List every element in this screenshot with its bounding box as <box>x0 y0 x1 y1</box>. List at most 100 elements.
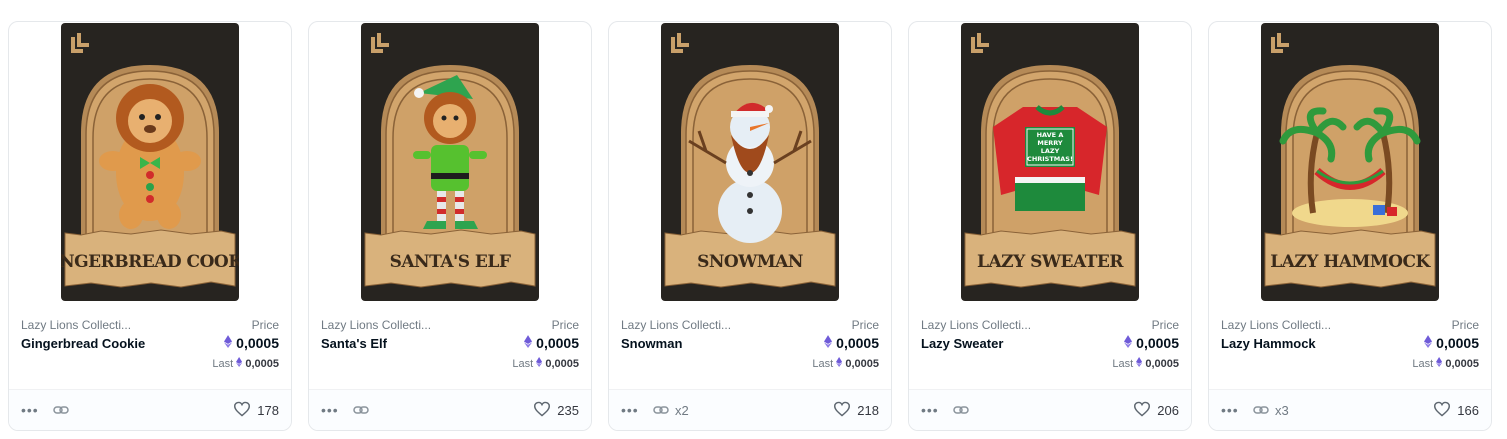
last-label: Last <box>1412 357 1434 370</box>
nft-name[interactable]: Gingerbread Cookie <box>21 336 145 351</box>
last-price-value: 0,0005 <box>545 357 579 370</box>
current-price: 0,0005 <box>224 335 279 351</box>
heart-icon <box>533 401 551 420</box>
chain-link-icon[interactable] <box>353 404 369 416</box>
likes-count: 178 <box>257 402 279 418</box>
last-price-value: 0,0005 <box>1445 357 1479 370</box>
eth-icon <box>1424 335 1433 351</box>
current-price: 0,0005 <box>1124 335 1179 351</box>
nft-info: Lazy Lions Collecti... Gingerbread Cooki… <box>9 304 291 391</box>
price-label: Price <box>851 318 879 332</box>
nft-name[interactable]: Lazy Hammock <box>1221 336 1316 351</box>
chain-link-icon[interactable] <box>53 404 69 416</box>
price-label: Price <box>1151 318 1179 332</box>
favorite-button[interactable]: 166 <box>1433 401 1479 420</box>
eth-icon <box>1124 335 1133 351</box>
nft-info: Lazy Lions Collecti... Santa's Elf Price… <box>309 304 591 391</box>
nft-card[interactable]: SANTA'S ELF Lazy Lions Collecti... Santa… <box>308 21 592 431</box>
collection-name[interactable]: Lazy Lions Collecti... <box>1221 318 1351 332</box>
nft-artwork[interactable]: GINGERBREAD COOKIE <box>61 23 239 301</box>
nft-info: Lazy Lions Collecti... Snowman Price 0,0… <box>609 304 891 391</box>
sweater-caption: HAVE A MERRY LAZY CHRISTMAS! <box>1027 131 1073 163</box>
last-sale-price: Last 0,0005 <box>212 357 279 370</box>
current-price: 0,0005 <box>524 335 579 351</box>
more-options-icon[interactable]: ••• <box>921 402 947 418</box>
artwork-title: SANTA'S ELF <box>389 252 511 272</box>
more-options-icon[interactable]: ••• <box>621 402 647 418</box>
likes-count: 235 <box>557 402 579 418</box>
collection-name[interactable]: Lazy Lions Collecti... <box>621 318 751 332</box>
eth-icon <box>236 357 243 370</box>
current-price: 0,0005 <box>824 335 879 351</box>
price-value: 0,0005 <box>836 335 879 351</box>
eth-icon <box>536 357 543 370</box>
last-label: Last <box>812 357 834 370</box>
last-price-value: 0,0005 <box>245 357 279 370</box>
nft-artwork[interactable]: SANTA'S ELF <box>361 23 539 301</box>
nft-image-container[interactable]: GINGERBREAD COOKIE <box>9 22 291 304</box>
card-footer: ••• x2 218 <box>609 389 891 430</box>
price-label: Price <box>1451 318 1479 332</box>
more-options-icon[interactable]: ••• <box>321 402 347 418</box>
copies-count: x2 <box>675 402 689 418</box>
favorite-button[interactable]: 178 <box>233 401 279 420</box>
nft-card[interactable]: SNOWMAN Lazy Lions Collecti... Snowman P… <box>608 21 892 431</box>
heart-icon <box>833 401 851 420</box>
last-price-value: 0,0005 <box>1145 357 1179 370</box>
artwork-title: GINGERBREAD COOKIE <box>61 252 239 272</box>
price-value: 0,0005 <box>1136 335 1179 351</box>
nft-image-container[interactable]: HAVE A MERRY LAZY CHRISTMAS! LAZY SWEATE… <box>909 22 1191 304</box>
eth-icon <box>824 335 833 351</box>
card-footer: ••• 178 <box>9 389 291 430</box>
more-options-icon[interactable]: ••• <box>21 402 47 418</box>
card-footer: ••• x3 166 <box>1209 389 1491 430</box>
last-sale-price: Last 0,0005 <box>812 357 879 370</box>
nft-card[interactable]: GINGERBREAD COOKIE Lazy Lions Collecti..… <box>8 21 292 431</box>
nft-image-container[interactable]: SNOWMAN <box>609 22 891 304</box>
heart-icon <box>1133 401 1151 420</box>
chain-link-icon[interactable] <box>953 404 969 416</box>
chain-link-icon[interactable] <box>1253 404 1269 416</box>
nft-name[interactable]: Lazy Sweater <box>921 336 1003 351</box>
last-label: Last <box>212 357 234 370</box>
eth-icon <box>224 335 233 351</box>
price-label: Price <box>551 318 579 332</box>
nft-artwork[interactable]: HAVE A MERRY LAZY CHRISTMAS! LAZY SWEATE… <box>961 23 1139 301</box>
collection-name[interactable]: Lazy Lions Collecti... <box>921 318 1051 332</box>
last-price-value: 0,0005 <box>845 357 879 370</box>
nft-artwork[interactable]: LAZY HAMMOCK <box>1261 23 1439 301</box>
last-sale-price: Last 0,0005 <box>1112 357 1179 370</box>
collection-name[interactable]: Lazy Lions Collecti... <box>321 318 451 332</box>
copies-count: x3 <box>1275 402 1289 418</box>
last-label: Last <box>512 357 534 370</box>
nft-card[interactable]: LAZY HAMMOCK Lazy Lions Collecti... Lazy… <box>1208 21 1492 431</box>
favorite-button[interactable]: 206 <box>1133 401 1179 420</box>
last-sale-price: Last 0,0005 <box>1412 357 1479 370</box>
eth-icon <box>1436 357 1443 370</box>
eth-icon <box>1136 357 1143 370</box>
nft-image-container[interactable]: LAZY HAMMOCK <box>1209 22 1491 304</box>
nft-name[interactable]: Snowman <box>621 336 682 351</box>
current-price: 0,0005 <box>1424 335 1479 351</box>
artwork-title: LAZY HAMMOCK <box>1270 252 1430 272</box>
more-options-icon[interactable]: ••• <box>1221 402 1247 418</box>
last-sale-price: Last 0,0005 <box>512 357 579 370</box>
favorite-button[interactable]: 218 <box>833 401 879 420</box>
nft-card-grid: GINGERBREAD COOKIE Lazy Lions Collecti..… <box>0 0 1507 439</box>
artwork-title: SNOWMAN <box>697 252 803 272</box>
heart-icon <box>233 401 251 420</box>
nft-name[interactable]: Santa's Elf <box>321 336 387 351</box>
heart-icon <box>1433 401 1451 420</box>
nft-image-container[interactable]: SANTA'S ELF <box>309 22 591 304</box>
nft-artwork[interactable]: SNOWMAN <box>661 23 839 301</box>
likes-count: 166 <box>1457 402 1479 418</box>
chain-link-icon[interactable] <box>653 404 669 416</box>
price-value: 0,0005 <box>536 335 579 351</box>
eth-icon <box>836 357 843 370</box>
nft-card[interactable]: HAVE A MERRY LAZY CHRISTMAS! LAZY SWEATE… <box>908 21 1192 431</box>
price-value: 0,0005 <box>1436 335 1479 351</box>
collection-name[interactable]: Lazy Lions Collecti... <box>21 318 151 332</box>
price-value: 0,0005 <box>236 335 279 351</box>
favorite-button[interactable]: 235 <box>533 401 579 420</box>
likes-count: 206 <box>1157 402 1179 418</box>
